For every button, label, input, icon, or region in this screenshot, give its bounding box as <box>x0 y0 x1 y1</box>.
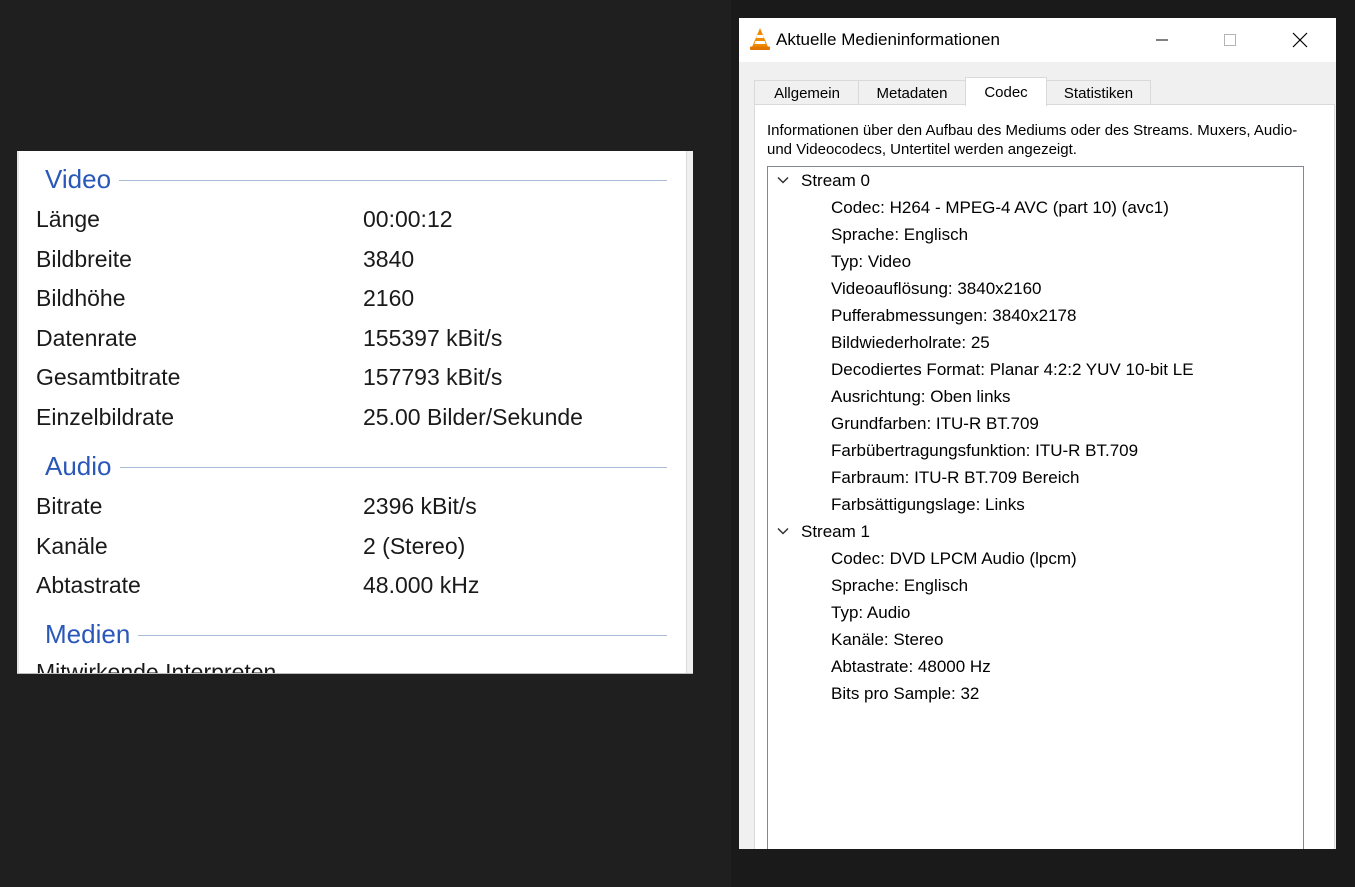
tree-item-text: Bildwiederholrate: 25 <box>831 333 990 352</box>
tree-item-text: Codec: DVD LPCM Audio (lpcm) <box>831 549 1077 568</box>
dialog-title: Aktuelle Medieninformationen <box>776 30 1000 49</box>
section-audio-header: Audio <box>45 451 667 481</box>
tree-item-text: Codec: H264 - MPEG-4 AVC (part 10) (avc1… <box>831 198 1169 217</box>
property-value: 3840 <box>363 246 415 272</box>
property-value: 2 (Stereo) <box>363 533 466 559</box>
chevron-down-icon[interactable] <box>776 524 790 538</box>
vlc-cone-icon <box>750 28 770 50</box>
property-row: Abtastrate 48.000 kHz <box>36 572 666 602</box>
tree-item-text: Farbsättigungslage: Links <box>831 495 1025 514</box>
tree-item-text: Decodiertes Format: Planar 4:2:2 YUV 10-… <box>831 360 1194 379</box>
property-key: Abtastrate <box>36 572 141 598</box>
title-bar[interactable]: Aktuelle Medieninformationen <box>739 18 1336 62</box>
tree-item-text: Videoauflösung: 3840x2160 <box>831 279 1042 298</box>
close-button[interactable] <box>1277 18 1323 62</box>
panel-scrollbar[interactable] <box>686 151 693 673</box>
property-key: Bitrate <box>36 493 103 519</box>
property-value: 157793 kBit/s <box>363 364 503 390</box>
property-row: Bitrate 2396 kBit/s <box>36 493 666 523</box>
section-divider <box>119 179 667 181</box>
property-value: 2160 <box>363 285 415 311</box>
tree-item-text: Sprache: Englisch <box>831 225 969 244</box>
tab-codec[interactable]: Codec <box>965 77 1047 106</box>
codec-description: Informationen über den Aufbau des Medium… <box>767 122 1298 158</box>
section-divider <box>119 466 667 468</box>
property-row: Datenrate 155397 kBit/s <box>36 325 666 355</box>
maximize-icon <box>1224 34 1236 46</box>
property-key: Bildhöhe <box>36 285 126 311</box>
tab-allgemein[interactable]: Allgemein <box>754 80 860 105</box>
tree-item-text: Sprache: Englisch <box>831 576 969 595</box>
property-value: 48.000 kHz <box>363 572 480 598</box>
tree-item-text: Typ: Video <box>831 252 912 271</box>
property-key: Kanäle <box>36 533 108 559</box>
codec-tree[interactable]: Stream 0 Codec: H264 - MPEG-4 AVC (part … <box>767 166 1304 849</box>
property-row: Einzelbildrate 25.00 Bilder/Sekunde <box>36 404 666 434</box>
property-key: Einzelbildrate <box>36 404 175 430</box>
close-icon <box>1292 32 1308 48</box>
property-value: 00:00:12 <box>363 206 453 232</box>
section-media-header: Medien <box>45 619 667 649</box>
panel-left-edge <box>17 151 19 673</box>
property-key: Länge <box>36 206 100 232</box>
section-divider <box>138 634 667 636</box>
tree-item-text: Farbübertragungsfunktion: ITU-R BT.709 <box>831 441 1139 460</box>
property-row: Gesamtbitrate 157793 kBit/s <box>36 364 666 394</box>
maximize-button[interactable] <box>1207 18 1253 62</box>
file-properties-panel: Video Länge 00:00:12 Bildbreite 3840 Bil… <box>17 151 693 674</box>
property-key-cropped: Mitwirkende Interpreten <box>36 659 277 674</box>
tab-statistiken[interactable]: Statistiken <box>1046 80 1151 105</box>
chevron-down-icon[interactable] <box>776 173 790 187</box>
property-row: Länge 00:00:12 <box>36 206 666 236</box>
stream-label: Stream 1 <box>801 522 870 541</box>
property-key: Gesamtbitrate <box>36 364 181 390</box>
property-row: Bildhöhe 2160 <box>36 285 666 315</box>
minimize-button[interactable] <box>1139 18 1185 62</box>
property-value: 2396 kBit/s <box>363 493 477 519</box>
tree-item-text: Farbraum: ITU-R BT.709 Bereich <box>831 468 1080 487</box>
property-row: Bildbreite 3840 <box>36 246 666 276</box>
tree-item-text: Abtastrate: 48000 Hz <box>831 657 991 676</box>
minimize-icon <box>1156 39 1168 41</box>
stream-label: Stream 0 <box>801 171 870 190</box>
property-value: 155397 kBit/s <box>363 325 503 351</box>
tree-item-text: Typ: Audio <box>831 603 911 622</box>
tree-item-text: Kanäle: Stereo <box>831 630 944 649</box>
tree-item-text: Pufferabmessungen: 3840x2178 <box>831 306 1077 325</box>
codec-tab-page: Informationen über den Aufbau des Medium… <box>754 104 1335 849</box>
property-value: 25.00 Bilder/Sekunde <box>363 404 583 430</box>
section-video-title: Video <box>45 163 112 194</box>
tree-item-text: Grundfarben: ITU-R BT.709 <box>831 414 1039 433</box>
property-key: Bildbreite <box>36 246 132 272</box>
media-info-dialog: Aktuelle Medieninformationen Allgemein M… <box>739 18 1336 849</box>
section-video-header: Video <box>45 164 667 194</box>
property-row: Kanäle 2 (Stereo) <box>36 533 666 563</box>
section-audio-title: Audio <box>45 450 112 481</box>
property-key: Datenrate <box>36 325 138 351</box>
tree-item-text: Bits pro Sample: 32 <box>831 684 980 703</box>
tab-metadaten[interactable]: Metadaten <box>858 80 966 105</box>
tree-item-text: Ausrichtung: Oben links <box>831 387 1011 406</box>
section-media-title: Medien <box>45 618 131 649</box>
